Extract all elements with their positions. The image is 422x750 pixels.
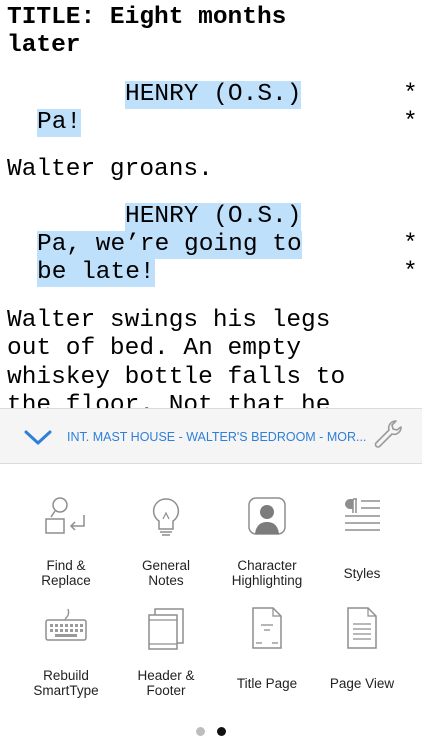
title-line: later [0, 32, 422, 60]
action-line[interactable]: the floor. Not that he [0, 392, 422, 408]
find-replace-icon [45, 497, 85, 534]
tool-label: SmartType [33, 683, 99, 698]
pilcrow-icon [345, 498, 380, 531]
action-text: whiskey bottle falls to [7, 364, 346, 391]
character-line[interactable]: HENRY (O.S.) [0, 203, 422, 231]
dialogue-line[interactable]: be late! * [0, 259, 422, 287]
header-footer-button[interactable]: Header & Footer [114, 605, 218, 715]
page-view-icon [347, 607, 377, 649]
action-line[interactable]: Walter groans. [0, 156, 422, 184]
tool-label: Notes [148, 573, 184, 588]
dialogue-line[interactable]: Pa! * [0, 109, 422, 137]
title-page-button[interactable]: Title Page [215, 605, 319, 715]
rebuild-smarttype-button[interactable]: Rebuild SmartType [14, 605, 118, 715]
tool-label: General [141, 558, 191, 573]
find-replace-button[interactable]: Find & Replace [14, 495, 118, 605]
action-text: out of bed. An empty [7, 335, 302, 362]
tool-label: Title Page [236, 676, 298, 691]
tool-label: Highlighting [231, 573, 303, 588]
action-line[interactable]: out of bed. An empty [0, 335, 422, 363]
character-name: HENRY (O.S.) [125, 203, 302, 231]
title-line: TITLE: Eight months [0, 4, 422, 32]
tool-label: Header & [137, 668, 195, 683]
character-highlighting-button[interactable]: Character Highlighting [215, 495, 319, 605]
tool-label: Rebuild [43, 668, 89, 683]
character-line[interactable]: HENRY (O.S.) * [0, 81, 422, 109]
scene-heading-label[interactable]: INT. MAST HOUSE - WALTER'S BEDROOM - MOR… [67, 409, 366, 465]
action-text: Walter swings his legs [7, 307, 331, 334]
dialogue-text: Pa, we’re going to [37, 231, 302, 259]
styles-button[interactable]: Styles [310, 495, 414, 605]
tool-label: Footer [146, 683, 186, 698]
script-editor[interactable]: TITLE: Eight months later HENRY (O.S.) *… [0, 0, 422, 408]
dialogue-text: be late! [37, 259, 155, 287]
general-notes-button[interactable]: General Notes [114, 495, 218, 605]
tool-label: Character [237, 558, 297, 573]
dialogue-line[interactable]: Pa, we’re going to * [0, 231, 422, 259]
lightbulb-icon [152, 498, 180, 536]
page-dot-1[interactable] [196, 727, 205, 736]
tool-label: Styles [343, 566, 381, 581]
page-view-button[interactable]: Page View [310, 605, 414, 715]
keyboard-icon [45, 608, 87, 641]
revision-asterisk: * [403, 231, 418, 258]
dialogue-text: Pa! [37, 109, 82, 137]
action-line[interactable]: whiskey bottle falls to [0, 364, 422, 392]
tools-panel: Find & Replace General Notes Character H… [0, 465, 422, 750]
revision-asterisk: * [403, 109, 418, 136]
title-text-1: TITLE: Eight months [7, 4, 287, 31]
tool-label: Page View [329, 676, 395, 691]
character-name: HENRY (O.S.) [125, 81, 302, 109]
page-dot-2[interactable] [217, 727, 226, 736]
chevron-down-icon[interactable] [22, 427, 54, 447]
tool-label: Find & [46, 558, 86, 573]
tool-label: Replace [41, 573, 91, 588]
character-portrait-icon [248, 497, 286, 535]
wrench-icon[interactable] [372, 418, 404, 450]
header-footer-icon [148, 608, 184, 650]
scene-navigator-bar[interactable]: INT. MAST HOUSE - WALTER'S BEDROOM - MOR… [0, 408, 422, 464]
title-text-2: later [7, 32, 81, 59]
title-page-icon [252, 607, 282, 649]
revision-asterisk: * [403, 81, 418, 108]
action-text: the floor. Not that he [7, 392, 331, 408]
action-line[interactable]: Walter swings his legs [0, 307, 422, 335]
action-text: Walter groans. [7, 156, 213, 183]
revision-asterisk: * [403, 259, 418, 286]
